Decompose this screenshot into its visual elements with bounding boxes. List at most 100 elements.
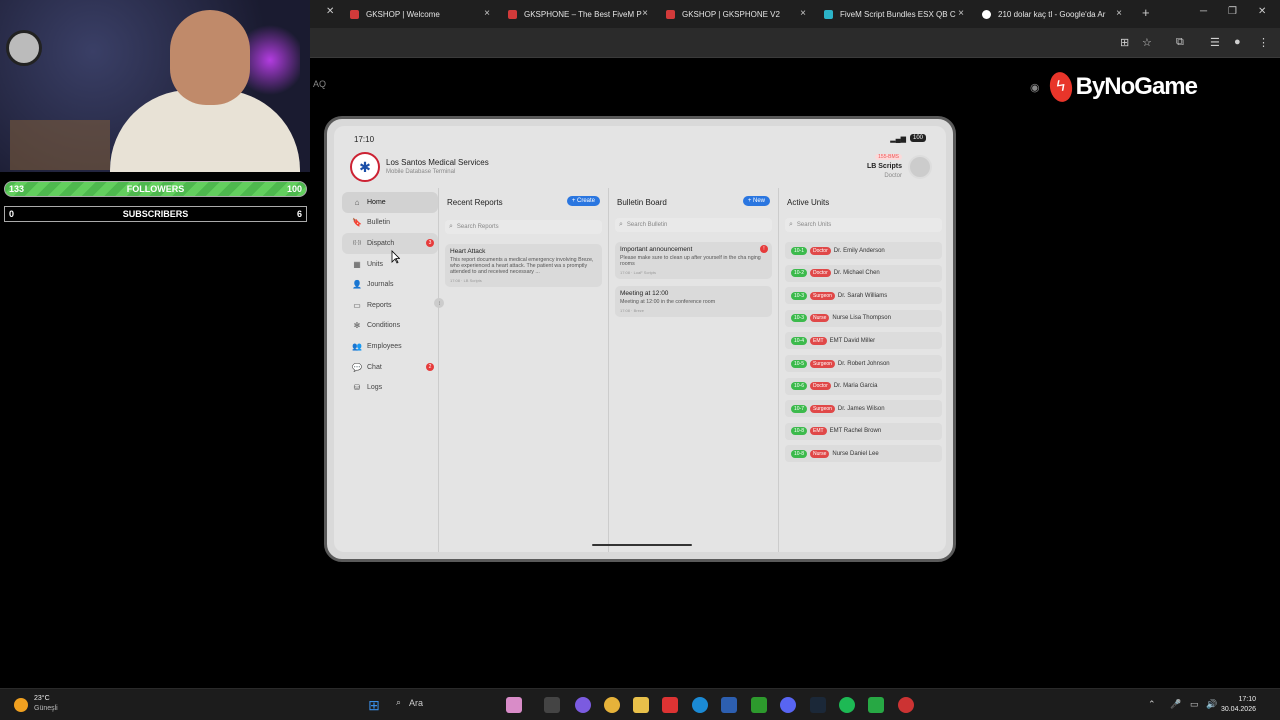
sidebar-item-logs[interactable]: ⛁ Logs bbox=[342, 377, 438, 398]
unit-row[interactable]: 10-8 EMT EMT Rachel Brown bbox=[785, 422, 942, 440]
display-icon[interactable]: ▭ bbox=[1190, 699, 1199, 710]
unit-code-badge: 10-3 bbox=[791, 291, 808, 300]
sidebar-item-chat[interactable]: 💬 Chat 2 bbox=[342, 357, 438, 378]
task-view-icon[interactable] bbox=[544, 697, 560, 713]
tray-chevron-icon[interactable]: ⌃ bbox=[1148, 699, 1156, 710]
search-units-input[interactable]: ⌕ Search Units bbox=[785, 218, 942, 232]
file-explorer-icon[interactable] bbox=[633, 697, 649, 713]
xbox-icon[interactable] bbox=[751, 697, 767, 713]
youtube-icon[interactable] bbox=[662, 697, 678, 713]
taskbar-search[interactable]: ⌕ Ara bbox=[396, 697, 423, 708]
microphone-icon[interactable]: 🎤 bbox=[1170, 699, 1181, 710]
window-close-icon[interactable]: ✕ bbox=[1258, 6, 1266, 17]
report-card[interactable]: Heart Attack This report documents a med… bbox=[445, 244, 602, 287]
unit-row[interactable]: 10-5 Surgeon Dr. Robert Johnson bbox=[785, 355, 942, 372]
tab-close-icon[interactable]: ✕ bbox=[326, 6, 334, 17]
sidebar-nav: ⌂ Home 🔖 Bulletin ((·)) Dispatch 3 ▦ Uni… bbox=[342, 192, 438, 398]
tab-close-icon[interactable]: × bbox=[800, 8, 806, 19]
unit-name: EMT David Miller bbox=[829, 337, 876, 344]
widgets-icon[interactable] bbox=[506, 697, 522, 713]
search-reports-input[interactable]: ⌕ Search Reports bbox=[445, 220, 602, 234]
unit-code-badge: 10-1 bbox=[791, 246, 808, 255]
unit-role-badge: Nurse bbox=[810, 449, 830, 458]
unit-row[interactable]: 10-6 Doctor Dr. Maria Garcia bbox=[785, 377, 942, 395]
unit-row[interactable]: 10-7 Surgeon Dr. James Wilson bbox=[785, 400, 942, 418]
followers-label: FOLLOWERS bbox=[126, 184, 185, 194]
sidebar-item-reports[interactable]: ▭ Reports bbox=[342, 295, 438, 316]
sidebar-item-journals[interactable]: 👤 Journals bbox=[342, 274, 438, 295]
unit-row[interactable]: 10-2 Doctor Dr. Michael Chen bbox=[785, 264, 942, 282]
browser-tab[interactable]: GKSHOP | GKSPHONE V2 × bbox=[666, 4, 806, 24]
tab-close-icon[interactable]: × bbox=[484, 8, 490, 19]
spotify-icon[interactable] bbox=[839, 697, 855, 713]
unit-role-badge: Surgeon bbox=[810, 359, 835, 368]
restore-icon[interactable]: ❐ bbox=[1228, 6, 1237, 17]
unit-row[interactable]: 10-1 Doctor Dr. Emily Anderson bbox=[785, 242, 942, 259]
aq-label: AQ bbox=[313, 79, 327, 89]
start-icon[interactable]: ⊞ bbox=[366, 697, 382, 713]
search-bulletin-input[interactable]: ⌕ Search Bulletin bbox=[615, 218, 772, 232]
bulletin-card[interactable]: Meeting at 12:00 Meeting at 12:00 in the… bbox=[615, 286, 772, 317]
sidebar-item-bulletin[interactable]: 🔖 Bulletin bbox=[342, 213, 438, 234]
bulletin-title: Important announcement bbox=[620, 246, 693, 253]
browser-tab[interactable]: FiveM Script Bundles ESX QB C × bbox=[824, 4, 964, 24]
browser-toolbar: ⊞ ☆ ⧉ ☰ ● ⋮ bbox=[310, 28, 1280, 58]
bookmark-star-icon[interactable]: ☆ bbox=[1142, 36, 1152, 49]
new-tab-button[interactable]: + bbox=[1142, 5, 1150, 20]
store-icon[interactable] bbox=[721, 697, 737, 713]
profile-icon[interactable]: ● bbox=[1234, 36, 1241, 48]
avatar[interactable] bbox=[908, 155, 932, 179]
unit-code-badge: 10-8 bbox=[791, 427, 808, 436]
tab-favicon-icon bbox=[666, 9, 675, 19]
new-bulletin-button[interactable]: + New bbox=[742, 196, 770, 206]
minimize-icon[interactable]: ─ bbox=[1200, 6, 1207, 17]
translate-icon[interactable]: ⊞ bbox=[1120, 36, 1129, 49]
home-indicator[interactable] bbox=[592, 544, 692, 546]
chrome-icon[interactable] bbox=[604, 697, 620, 713]
panel-title: Bulletin Board bbox=[617, 198, 667, 207]
tab-title: GKSPHONE – The Best FiveM P bbox=[524, 9, 642, 19]
brand-name: ByNoGame bbox=[1075, 73, 1198, 100]
unit-name: Dr. Maria Garcia bbox=[833, 383, 878, 390]
media-icon[interactable]: ☰ bbox=[1210, 36, 1220, 49]
tab-close-icon[interactable]: × bbox=[958, 8, 964, 19]
discord-icon[interactable] bbox=[780, 697, 796, 713]
tab-favicon-icon bbox=[824, 9, 833, 19]
volume-icon[interactable]: 🔊 bbox=[1206, 699, 1217, 710]
home-icon: ⌂ bbox=[354, 197, 360, 207]
bookmark-icon: 🔖 bbox=[352, 218, 362, 228]
notification-badge: 2 bbox=[426, 363, 434, 372]
sidebar-item-dispatch[interactable]: ((·)) Dispatch 3 bbox=[342, 233, 438, 254]
app-icon[interactable] bbox=[868, 697, 884, 713]
browser-tab[interactable]: 210 dolar kaç tl - Google'da Ar × bbox=[982, 4, 1122, 24]
unit-row[interactable]: 10-8 Nurse Nurse Daniel Lee bbox=[785, 445, 942, 463]
browser-tab[interactable]: GKSHOP | Welcome × bbox=[350, 4, 490, 24]
extensions-icon[interactable]: ⧉ bbox=[1176, 36, 1184, 49]
people-icon: 👥 bbox=[352, 341, 362, 351]
sidebar-item-employees[interactable]: 👥 Employees bbox=[342, 336, 438, 357]
tab-close-icon[interactable]: × bbox=[1116, 8, 1122, 19]
rage-icon[interactable] bbox=[898, 697, 914, 713]
unit-row[interactable]: 10-3 Nurse Nurse Lisa Thompson bbox=[785, 309, 942, 327]
browser-tab[interactable]: GKSPHONE – The Best FiveM P × bbox=[508, 4, 648, 24]
sidebar-item-label: Home bbox=[367, 198, 386, 206]
create-report-button[interactable]: + Create bbox=[566, 196, 600, 206]
clock[interactable]: 17:10 30.04.2026 bbox=[1221, 695, 1256, 715]
edge-icon[interactable] bbox=[692, 697, 708, 713]
sidebar-item-home[interactable]: ⌂ Home bbox=[342, 192, 438, 213]
copilot-icon[interactable] bbox=[575, 697, 591, 713]
tab-close-icon[interactable]: × bbox=[642, 8, 648, 19]
org-subtitle: Mobile Database Terminal bbox=[386, 169, 456, 175]
bulletin-card[interactable]: Important announcement Please make sure … bbox=[615, 242, 772, 279]
sidebar-item-units[interactable]: ▦ Units bbox=[342, 254, 438, 275]
unit-code-badge: 10-6 bbox=[791, 382, 808, 391]
discord-icon: ◉ bbox=[1030, 81, 1040, 94]
menu-icon[interactable]: ⋮ bbox=[1258, 36, 1269, 49]
sidebar-item-conditions[interactable]: ✻ Conditions bbox=[342, 316, 438, 337]
notification-badge: 3 bbox=[426, 239, 434, 248]
weather-sun-icon[interactable] bbox=[14, 698, 28, 712]
steam-icon[interactable] bbox=[810, 697, 826, 713]
unit-row[interactable]: 10-3 Surgeon Dr. Sarah Williams bbox=[785, 287, 942, 305]
conditions-icon: ✻ bbox=[353, 321, 361, 331]
unit-row[interactable]: 10-4 EMT EMT David Miller bbox=[785, 332, 942, 350]
